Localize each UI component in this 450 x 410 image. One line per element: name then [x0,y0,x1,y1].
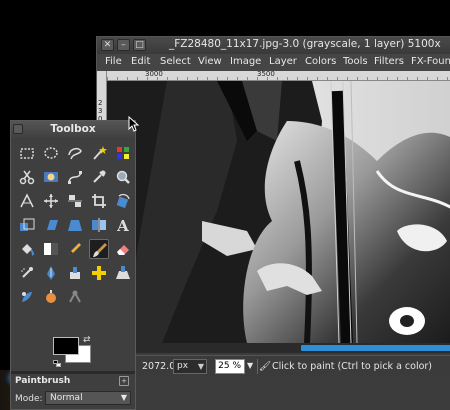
ink-tool-icon[interactable] [41,263,61,283]
menu-image[interactable]: Image [230,56,261,67]
foreground-select-tool-icon[interactable] [41,167,61,187]
unit-value: px [177,361,189,371]
text-tool-icon[interactable]: A [113,215,133,235]
flip-tool-icon[interactable] [89,215,109,235]
horizontal-scrollbar[interactable] [107,343,450,353]
menu-tools[interactable]: Tools [343,56,368,67]
select-by-color-tool-icon[interactable] [113,143,133,163]
close-icon[interactable]: ✕ [101,39,114,51]
free-select-tool-icon[interactable] [65,143,85,163]
ruler-label: 3 [98,107,103,115]
perspective-clone-tool-icon[interactable] [113,263,133,283]
zoom-field[interactable]: 25 % [215,359,245,374]
menu-layer[interactable]: Layer [269,56,297,67]
airbrush-tool-icon[interactable] [17,263,37,283]
blend-tool-icon[interactable] [41,239,61,259]
toolbox-title: Toolbox [50,123,96,135]
paintbrush-status-icon: 🖌 [259,361,272,372]
rotate-tool-icon[interactable] [113,191,133,211]
unit-selector[interactable]: px ▼ [173,359,207,374]
pointer-coordinates: 2072.0 [142,361,176,372]
dodge-burn-tool-icon[interactable] [41,287,61,307]
mode-select[interactable]: Normal ▼ [45,391,131,405]
perspective-tool-icon[interactable] [65,215,85,235]
color-picker-tool-icon[interactable] [89,167,109,187]
minimize-icon[interactable]: – [117,39,130,51]
ellipse-select-tool-icon[interactable] [41,143,61,163]
ruler-label: 3500 [257,70,275,78]
horizontal-scrollbar-thumb[interactable] [301,345,450,351]
menu-colors[interactable]: Colors [305,56,336,67]
status-bar: 2072.0 px ▼ 25 % ▼ 🖌 Click to paint (Ctr… [97,355,450,377]
toolbox-titlebar[interactable]: Toolbox [11,121,135,138]
mode-label: Mode: [15,394,43,404]
svg-text:A: A [116,217,129,233]
menu-fx-foundry[interactable]: FX-Found [411,56,450,67]
mode-value: Normal [50,393,83,403]
measure-tool-icon[interactable] [17,191,37,211]
rect-select-tool-icon[interactable] [17,143,37,163]
image-window-titlebar[interactable]: ✕ – □ _FZ28480_11x17.jpg-3.0 (grayscale,… [97,37,450,54]
shear-tool-icon[interactable] [41,215,61,235]
menu-edit[interactable]: Edit [131,56,150,67]
desktop: ✕ – □ _FZ28480_11x17.jpg-3.0 (grayscale,… [0,0,450,410]
foreground-color-swatch[interactable] [53,337,79,355]
pencil-tool-icon[interactable] [65,239,85,259]
default-colors-icon[interactable] [53,360,62,368]
zoom-tool-icon[interactable] [113,167,133,187]
chevron-down-icon: ▼ [197,362,204,371]
ruler-label: 3000 [145,70,163,78]
configure-tab-icon[interactable]: + [119,376,129,386]
smudge-tool-icon[interactable] [17,287,37,307]
align-tool-icon[interactable] [65,191,85,211]
menu-view[interactable]: View [198,56,222,67]
maximize-icon[interactable]: □ [133,39,146,51]
convolve-tool-icon[interactable] [65,287,85,307]
menu-bar: File Edit Select View Image Layer Colors… [97,54,450,71]
photo-musician-with-double-bass [107,81,450,343]
divider [11,371,135,374]
heal-tool-icon[interactable] [89,263,109,283]
swap-colors-icon[interactable]: ⇄ [83,335,91,345]
ruler-label: 2 [98,99,103,107]
color-area[interactable]: ⇄ [51,335,99,369]
horizontal-ruler[interactable]: 3000 3500 [107,70,450,81]
menu-file[interactable]: File [105,56,122,67]
scale-tool-icon[interactable] [17,215,37,235]
separator [257,359,258,374]
paths-tool-icon[interactable] [65,167,85,187]
move-tool-icon[interactable] [41,191,61,211]
mouse-pointer-icon [128,116,140,132]
clone-tool-icon[interactable] [65,263,85,283]
chevron-down-icon: ▼ [120,393,127,402]
bucket-fill-tool-icon[interactable] [17,239,37,259]
image-window[interactable]: ✕ – □ _FZ28480_11x17.jpg-3.0 (grayscale,… [96,36,450,410]
paintbrush-tool-icon[interactable] [89,239,109,259]
status-message: Click to paint (Ctrl to pick a color) [272,361,433,372]
scissors-select-tool-icon[interactable] [17,167,37,187]
menu-filters[interactable]: Filters [374,56,404,67]
menu-select[interactable]: Select [160,56,191,67]
toolbox-window[interactable]: Toolbox A ⇄ Paintbrush + Mode: Normal ▼ [10,120,136,410]
image-canvas[interactable] [107,81,450,343]
fuzzy-select-tool-icon[interactable] [89,143,109,163]
zoom-dropdown-icon[interactable]: ▼ [247,361,253,370]
tool-options-title: Paintbrush [15,376,71,386]
eraser-tool-icon[interactable] [113,239,133,259]
window-title: _FZ28480_11x17.jpg-3.0 (grayscale, 1 lay… [169,38,441,50]
crop-tool-icon[interactable] [89,191,109,211]
